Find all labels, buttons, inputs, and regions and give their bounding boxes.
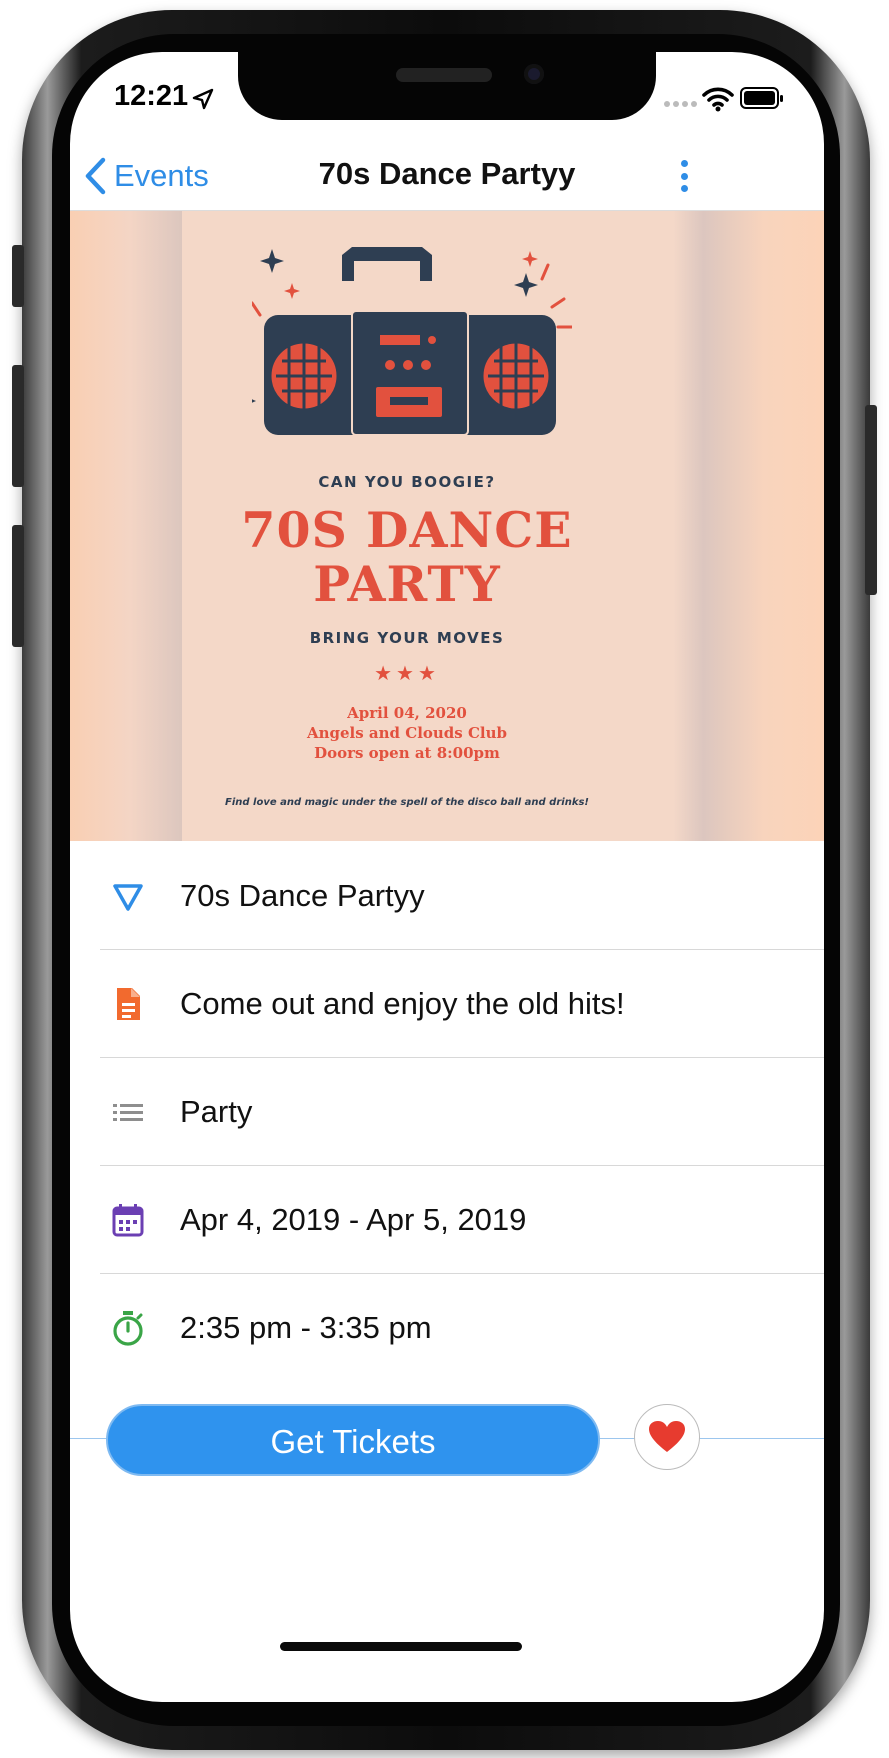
favorite-button[interactable]	[634, 1404, 700, 1470]
event-banner: CAN YOU BOOGIE? 70S DANCE PARTY BRING YO…	[70, 211, 824, 841]
more-options-button[interactable]	[674, 156, 694, 196]
heart-icon	[649, 1421, 685, 1452]
list-icon	[113, 1104, 143, 1121]
chevron-left-icon	[85, 157, 106, 195]
timer-icon	[113, 1311, 143, 1346]
volume-up-button	[12, 365, 24, 487]
poster-venue: Angels and Clouds Club	[306, 724, 507, 742]
event-name: 70s Dance Partyy	[180, 878, 425, 913]
home-indicator[interactable]	[280, 1642, 522, 1651]
wifi-icon	[702, 87, 734, 112]
more-dot	[680, 185, 688, 192]
poster-headline: 70S DANCE PARTY	[182, 503, 632, 611]
detail-row-time: 2:35 pm - 3:35 pm	[100, 1274, 824, 1382]
poster-tagline-top: CAN YOU BOOGIE?	[318, 473, 496, 491]
page-title: 70s Dance Partyy	[318, 156, 576, 191]
poster-tagline-bottom: BRING YOUR MOVES	[309, 629, 505, 647]
more-dot	[680, 172, 688, 180]
poster-headline-line2: PARTY	[313, 555, 501, 613]
poster-doors: Doors open at 8:00pm	[314, 744, 500, 762]
back-button-label: Events	[114, 158, 209, 193]
document-icon	[117, 988, 140, 1020]
speaker-grille	[396, 68, 492, 82]
event-description: Come out and enjoy the old hits!	[180, 986, 625, 1021]
status-time: 12:21	[114, 80, 189, 112]
detail-row-description: Come out and enjoy the old hits!	[100, 950, 824, 1058]
back-button[interactable]: Events	[82, 154, 209, 198]
triangle-icon	[113, 884, 143, 911]
get-tickets-button[interactable]: Get Tickets	[106, 1404, 600, 1476]
volume-down-button	[12, 525, 24, 647]
silent-switch	[12, 245, 24, 307]
detail-row-category: Party	[100, 1058, 824, 1166]
location-arrow-icon	[192, 88, 214, 110]
poster-footer: Find love and magic under the spell of t…	[225, 797, 589, 808]
boombox-illustration	[252, 247, 572, 436]
poster-date: April 04, 2020	[347, 704, 467, 722]
battery-icon	[740, 87, 783, 109]
event-category: Party	[180, 1094, 253, 1129]
poster-headline-line1: 70S DANCE	[241, 501, 573, 559]
detail-row-name: 70s Dance Partyy	[100, 842, 824, 950]
calendar-icon	[112, 1204, 144, 1237]
more-dot	[680, 160, 688, 167]
event-times: 2:35 pm - 3:35 pm	[180, 1310, 432, 1345]
screen: 12:21 Events 70s Dance Partyy CAN YOU BO…	[70, 52, 824, 1702]
event-poster: CAN YOU BOOGIE? 70S DANCE PARTY BRING YO…	[182, 211, 632, 841]
signal-dots-icon	[664, 94, 700, 112]
detail-row-dates: Apr 4, 2019 - Apr 5, 2019	[100, 1166, 824, 1274]
event-dates: Apr 4, 2019 - Apr 5, 2019	[180, 1202, 527, 1237]
poster-stars: ★★★	[374, 661, 440, 685]
front-camera	[524, 64, 544, 84]
power-button	[865, 405, 877, 595]
notch	[238, 52, 656, 120]
